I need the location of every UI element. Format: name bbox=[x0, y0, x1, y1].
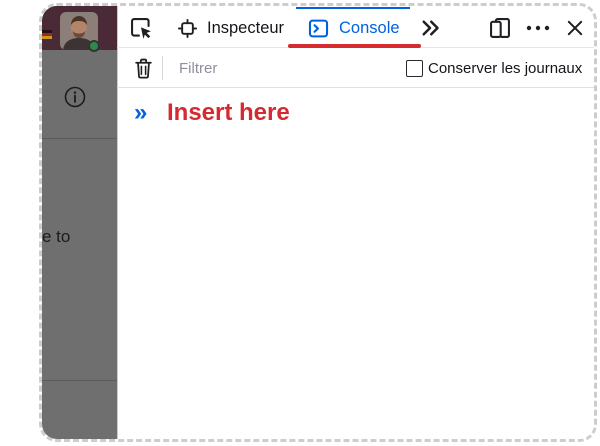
pick-element-icon bbox=[131, 18, 151, 39]
console-icon bbox=[308, 18, 329, 39]
more-options-icon bbox=[526, 25, 550, 31]
console-filter-bar: Conserver les journaux bbox=[117, 48, 594, 88]
tab-label: Console bbox=[339, 18, 400, 37]
tab-console[interactable]: Console bbox=[296, 7, 410, 47]
persist-logs-label: Conserver les journaux bbox=[428, 59, 583, 77]
more-options-button[interactable] bbox=[526, 19, 550, 37]
info-icon bbox=[64, 86, 86, 108]
persist-logs-checkbox[interactable] bbox=[406, 59, 423, 77]
devtools-toolbar: Inspecteur Console bbox=[117, 6, 594, 48]
console-input[interactable]: » Insert here bbox=[117, 89, 594, 137]
pick-element-button[interactable] bbox=[130, 17, 152, 39]
console-prompt: » bbox=[134, 99, 148, 126]
background-page: e to bbox=[42, 6, 117, 439]
trash-icon bbox=[135, 58, 152, 79]
chevrons-right-icon bbox=[422, 20, 439, 36]
devtools-panel: Inspecteur Console Filtrer Conserver les… bbox=[117, 6, 594, 439]
dock-side-button[interactable] bbox=[489, 17, 511, 39]
screenshot-frame: e to Inspecteur Console Filtrer Conserve… bbox=[39, 3, 597, 442]
divider bbox=[42, 380, 117, 381]
inspector-icon bbox=[178, 18, 197, 38]
online-status-dot bbox=[88, 40, 100, 52]
background-text: e to bbox=[42, 227, 71, 246]
tab-inspector[interactable]: Inspecteur bbox=[170, 7, 290, 47]
filter-input[interactable] bbox=[171, 54, 391, 82]
language-flag-icon bbox=[42, 30, 52, 39]
page-header bbox=[42, 6, 117, 52]
more-tools-button[interactable] bbox=[420, 18, 440, 38]
tab-label: Inspecteur bbox=[207, 18, 285, 37]
close-icon bbox=[567, 20, 583, 36]
insert-here-annotation: Insert here bbox=[167, 99, 290, 126]
persist-logs-toggle[interactable]: Conserver les journaux bbox=[406, 58, 582, 78]
close-devtools-button[interactable] bbox=[566, 19, 584, 37]
toolbar-separator bbox=[162, 56, 163, 80]
divider bbox=[42, 138, 117, 139]
dock-side-icon bbox=[490, 18, 510, 38]
clear-console-button[interactable] bbox=[135, 58, 152, 79]
